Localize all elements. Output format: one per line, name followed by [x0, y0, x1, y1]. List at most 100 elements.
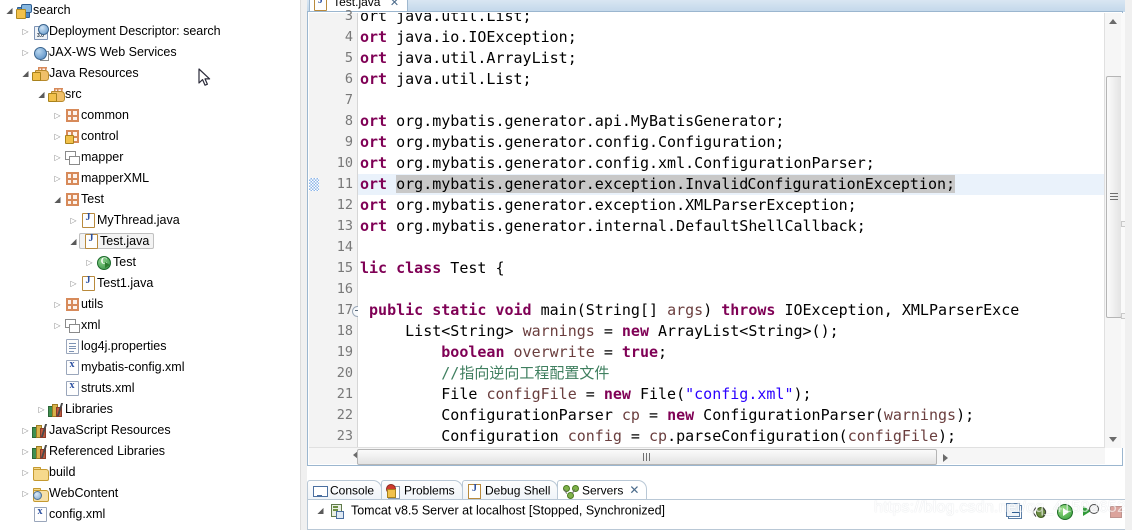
tree-item-libraries[interactable]: ▷ Libraries [0, 399, 300, 420]
expand-arrow-icon[interactable]: ▷ [52, 168, 63, 189]
scroll-right-arrow[interactable] [943, 454, 948, 462]
bottom-tab-problems[interactable]: Problems [381, 480, 463, 501]
tree-item-javascript-resources[interactable]: ▷ JavaScript Resources [0, 420, 300, 441]
code-line[interactable]: ort java.util.List; [360, 69, 532, 90]
collapse-arrow-icon[interactable]: ◢ [36, 84, 47, 105]
line-number: 7 [344, 92, 353, 108]
expand-arrow-icon[interactable]: ▷ [20, 42, 31, 63]
expand-arrow-icon[interactable]: ▷ [84, 252, 95, 273]
tree-item-src[interactable]: ◢ src [0, 84, 300, 105]
code-line[interactable]: ConfigurationParser cp = new Configurati… [360, 405, 974, 426]
tree-item-control[interactable]: ▷ control [0, 126, 300, 147]
expand-arrow-icon[interactable]: ▷ [20, 462, 31, 483]
tree-item-referenced-libraries[interactable]: ▷ Referenced Libraries [0, 441, 300, 462]
expand-arrow-icon[interactable]: ▷ [52, 147, 63, 168]
code-token: args [667, 301, 704, 319]
package-icon [65, 109, 79, 123]
tree-item-search[interactable]: ◢ search [0, 0, 300, 21]
tree-item-webcontent[interactable]: ▷ WebContent [0, 483, 300, 504]
package-explorer-tree[interactable]: ◢search▷Deployment Descriptor: search▷JA… [0, 0, 300, 530]
expand-arrow-icon[interactable]: ▷ [20, 441, 31, 462]
tree-item-mapper[interactable]: ▷ mapper [0, 147, 300, 168]
bottom-tab-bar[interactable]: Console Problems Debug Shell Servers ✕ [307, 480, 1132, 501]
code-token: = [621, 427, 649, 445]
expand-arrow-icon[interactable]: ▷ [20, 483, 31, 504]
expand-arrow-icon[interactable]: ▷ [68, 210, 79, 231]
tree-item-content: JavaScript Resources [31, 423, 171, 439]
code-line[interactable]: ort org.mybatis.generator.config.xml.Con… [360, 153, 875, 174]
expand-arrow-icon[interactable]: ▷ [52, 294, 63, 315]
expand-arrow-icon[interactable]: ▷ [52, 105, 63, 126]
code-line[interactable]: ort org.mybatis.generator.config.Configu… [360, 132, 784, 153]
tree-item-content: Deployment Descriptor: search [31, 23, 221, 40]
collapse-arrow-icon[interactable]: ◢ [68, 231, 79, 252]
tree-item-build[interactable]: ▷ build [0, 462, 300, 483]
code-token: ConfigurationParser [360, 406, 622, 424]
expand-arrow-icon[interactable]: ▷ [52, 315, 63, 336]
vertical-scroll-thumb[interactable] [1106, 76, 1122, 318]
code-token: new [667, 406, 695, 424]
expand-arrow-icon[interactable]: ▷ [20, 420, 31, 441]
code-token: warnings [522, 322, 595, 340]
code-line[interactable]: ort org.mybatis.generator.exception.XMLP… [360, 195, 857, 216]
code-line[interactable]: ort org.mybatis.generator.api.MyBatisGen… [360, 111, 784, 132]
scroll-down-arrow[interactable] [1105, 431, 1121, 448]
code-text-area[interactable]: ort java.util.List; ort java.io.IOExcepti… [358, 13, 1105, 448]
code-line[interactable]: public static void main(String[] args) t… [360, 300, 1019, 321]
tree-item-log4j-properties[interactable]: log4j.properties [0, 336, 300, 357]
code-line[interactable]: ort org.mybatis.generator.exception.Inva… [360, 174, 956, 195]
problems-icon [386, 481, 400, 500]
tree-item-label: src [65, 87, 82, 102]
explorer-vertical-scrollbar[interactable] [300, 0, 307, 530]
expand-arrow-icon[interactable]: ▷ [20, 21, 31, 42]
collapse-arrow-icon[interactable]: ◢ [4, 0, 15, 21]
expand-arrow-icon[interactable]: ▷ [36, 399, 47, 420]
tree-item-xml[interactable]: ▷ xml [0, 315, 300, 336]
code-token: ort [360, 70, 388, 88]
tree-item-test[interactable]: ▷ Test [0, 252, 300, 273]
scroll-up-arrow[interactable] [1105, 13, 1121, 30]
close-icon[interactable]: ✕ [629, 481, 639, 500]
tree-item-content: Test1.java [79, 275, 153, 292]
tree-item-common[interactable]: ▷ common [0, 105, 300, 126]
tree-item-utils[interactable]: ▷ utils [0, 294, 300, 315]
collapse-arrow-icon[interactable]: ◢ [20, 63, 31, 84]
tree-item-mythread-java[interactable]: ▷ MyThread.java [0, 210, 300, 231]
tree-item-test1-java[interactable]: ▷ Test1.java [0, 273, 300, 294]
expand-arrow-icon[interactable]: ◢ [314, 501, 327, 521]
tree-item-struts-xml[interactable]: struts.xml [0, 378, 300, 399]
tree-item-test[interactable]: ◢ Test [0, 189, 300, 210]
bottom-tab-debug-shell[interactable]: Debug Shell [462, 480, 559, 501]
code-line[interactable]: //指向逆向工程配置文件 [360, 363, 609, 384]
tree-item-jax-ws-web-services[interactable]: ▷ JAX-WS Web Services [0, 42, 300, 63]
tree-item-icon-wrap [63, 189, 81, 210]
code-line[interactable]: List<String> warnings = new ArrayList<St… [360, 321, 839, 342]
bottom-tab-console[interactable]: Console [307, 480, 383, 501]
code-line[interactable]: ort java.util.ArrayList; [360, 48, 577, 69]
code-line[interactable]: lic class Test { [360, 258, 505, 279]
tree-item-mybatis-config-xml[interactable]: mybatis-config.xml [0, 357, 300, 378]
editor-vertical-scrollbar[interactable] [1104, 13, 1128, 448]
expand-arrow-icon[interactable]: ▷ [68, 273, 79, 294]
code-line[interactable]: ort org.mybatis.generator.internal.Defau… [360, 216, 866, 237]
bottom-tab-servers[interactable]: Servers ✕ [557, 480, 648, 501]
tree-item-test-java[interactable]: ◢ Test.java [0, 231, 300, 252]
code-line[interactable]: boolean overwrite = true; [360, 342, 667, 363]
tree-item-config-xml[interactable]: config.xml [0, 504, 300, 525]
horizontal-scroll-thumb[interactable] [357, 449, 948, 465]
tree-item-java-resources[interactable]: ◢ Java Resources [0, 63, 300, 84]
expand-arrow-icon[interactable]: ▷ [52, 126, 63, 147]
code-line[interactable]: ort java.util.List; [360, 13, 532, 27]
editor-horizontal-scrollbar[interactable] [309, 447, 1105, 465]
tree-item-content: control [63, 129, 119, 145]
code-line[interactable]: ort java.io.IOException; [360, 27, 577, 48]
code-line[interactable]: Configuration config = cp.parseConfigura… [360, 426, 956, 447]
line-number: 11 [336, 176, 353, 192]
code-token: org.mybatis.generator.config.xml.Configu… [387, 154, 875, 172]
tree-item-deployment-descriptor-search[interactable]: ▷ Deployment Descriptor: search [0, 21, 300, 42]
collapse-arrow-icon[interactable]: ◢ [52, 189, 63, 210]
code-token: config [567, 427, 622, 445]
tree-item-mapperxml[interactable]: ▷ mapperXML [0, 168, 300, 189]
code-line[interactable]: File configFile = new File("config.xml")… [360, 384, 811, 405]
code-token: //指向逆向工程配置文件 [360, 364, 610, 382]
